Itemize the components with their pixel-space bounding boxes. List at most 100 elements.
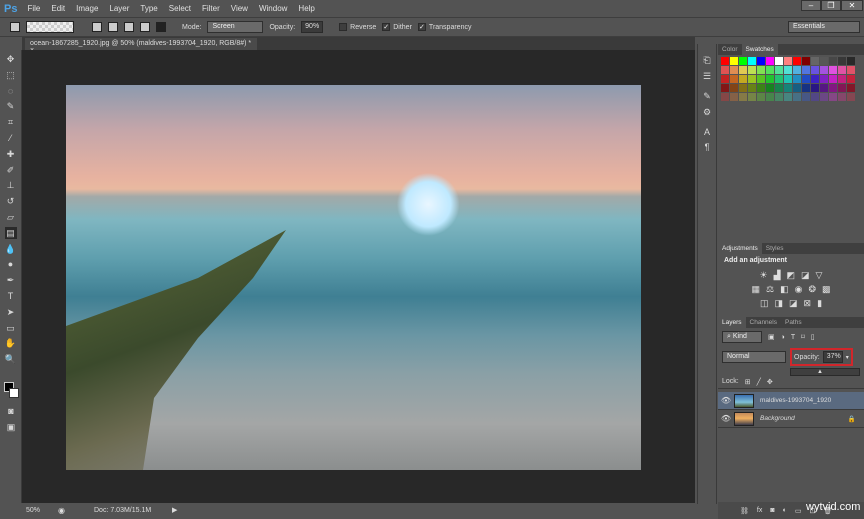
crop-tool-icon[interactable]: ⌗ <box>5 116 17 128</box>
gradient-map-icon[interactable]: ▮ <box>817 298 822 309</box>
reflected-gradient-button[interactable] <box>140 22 150 32</box>
swatch[interactable] <box>829 66 837 74</box>
invert-icon[interactable]: ◫ <box>760 298 769 309</box>
quick-mask-icon[interactable]: ◙ <box>5 405 17 417</box>
channel-mixer-icon[interactable]: ❂ <box>808 284 816 295</box>
diamond-gradient-button[interactable] <box>156 22 166 32</box>
document-tab[interactable]: ocean-1867285_1920.jpg @ 50% (maldives-1… <box>25 38 257 54</box>
swatch[interactable] <box>775 84 783 92</box>
menu-layer[interactable]: Layer <box>109 4 129 13</box>
tab-channels[interactable]: Channels <box>746 317 781 328</box>
swatch[interactable] <box>829 75 837 83</box>
swatch[interactable] <box>784 93 792 101</box>
filter-shape-icon[interactable]: ⌑ <box>801 333 805 341</box>
swatch[interactable] <box>793 66 801 74</box>
swatch[interactable] <box>802 75 810 83</box>
swatch[interactable] <box>784 84 792 92</box>
hue-saturation-icon[interactable]: ▦ <box>751 284 760 295</box>
swatch[interactable] <box>820 84 828 92</box>
swatch[interactable] <box>739 75 747 83</box>
screen-mode-icon[interactable]: ▣ <box>5 421 17 433</box>
character-panel-icon[interactable]: A <box>701 126 713 138</box>
menu-help[interactable]: Help <box>298 4 314 13</box>
filter-pixel-icon[interactable]: ▣ <box>768 333 775 341</box>
pen-tool-icon[interactable]: ✒ <box>5 274 17 286</box>
swatch[interactable] <box>793 57 801 65</box>
opacity-dropdown-icon[interactable]: ▾ <box>846 354 849 361</box>
menu-filter[interactable]: Filter <box>202 4 220 13</box>
swatch[interactable] <box>766 93 774 101</box>
swatch[interactable] <box>739 93 747 101</box>
dodge-tool-icon[interactable]: ● <box>5 258 17 270</box>
dither-checkbox[interactable]: ✓ Dither <box>382 23 412 31</box>
swatch[interactable] <box>793 75 801 83</box>
swatch[interactable] <box>748 66 756 74</box>
swatch[interactable] <box>748 84 756 92</box>
swatch[interactable] <box>829 57 837 65</box>
menu-type[interactable]: Type <box>140 4 157 13</box>
layer-row[interactable]: 👁 Background 🔒 <box>718 410 864 428</box>
filter-adjustment-icon[interactable]: ◑ <box>781 334 785 341</box>
black-white-icon[interactable]: ◧ <box>780 284 789 295</box>
blur-tool-icon[interactable]: 💧 <box>5 243 17 255</box>
swatch[interactable] <box>811 93 819 101</box>
swatch[interactable] <box>838 93 846 101</box>
swatch[interactable] <box>784 75 792 83</box>
layer-filter-kind-select[interactable]: ⌕ Kind <box>722 331 762 343</box>
swatch[interactable] <box>775 93 783 101</box>
status-info-icon[interactable]: ◉ <box>58 506 65 515</box>
swatch[interactable] <box>784 57 792 65</box>
minimize-button[interactable]: – <box>801 0 821 11</box>
swatch[interactable] <box>829 84 837 92</box>
reverse-checkbox[interactable]: Reverse <box>339 23 376 31</box>
swatch[interactable] <box>757 84 765 92</box>
swatch[interactable] <box>775 57 783 65</box>
swatch[interactable] <box>802 93 810 101</box>
brightness-icon[interactable]: ☀ <box>760 270 768 281</box>
paragraph-panel-icon[interactable]: ¶ <box>701 141 713 153</box>
selective-color-icon[interactable]: ⊠ <box>804 298 812 309</box>
properties-panel-icon[interactable]: ☰ <box>701 70 713 82</box>
new-group-icon[interactable]: ▭ <box>795 507 802 515</box>
swatch[interactable] <box>721 57 729 65</box>
swatch[interactable] <box>802 84 810 92</box>
layer-name[interactable]: maldives-1993704_1920 <box>760 397 831 404</box>
lock-transparent-icon[interactable]: ⊞ <box>745 378 751 386</box>
healing-brush-tool-icon[interactable]: ✚ <box>5 148 17 160</box>
swatch[interactable] <box>766 66 774 74</box>
filter-type-icon[interactable]: T <box>791 334 795 341</box>
tab-layers[interactable]: Layers <box>718 317 746 328</box>
type-tool-icon[interactable]: T <box>5 290 17 302</box>
gradient-tool-icon[interactable]: ▤ <box>4 226 17 239</box>
opacity-slider-thumb[interactable]: ▲ <box>817 369 823 375</box>
exposure-icon[interactable]: ◪ <box>801 270 810 281</box>
swatch[interactable] <box>847 93 855 101</box>
swatch[interactable] <box>739 84 747 92</box>
swatch[interactable] <box>721 75 729 83</box>
swatch[interactable] <box>757 57 765 65</box>
transparency-checkbox[interactable]: ✓ Transparency <box>417 23 471 31</box>
levels-icon[interactable]: ▟ <box>774 270 781 281</box>
swatch[interactable] <box>838 57 846 65</box>
visibility-eye-icon[interactable]: 👁 <box>718 414 734 423</box>
swatch[interactable] <box>739 57 747 65</box>
swatch[interactable] <box>811 84 819 92</box>
gradient-picker[interactable] <box>26 21 74 33</box>
blend-mode-select[interactable]: Normal <box>722 351 786 363</box>
swatch[interactable] <box>748 57 756 65</box>
swatch[interactable] <box>820 66 828 74</box>
swatch[interactable] <box>802 66 810 74</box>
photo-filter-icon[interactable]: ◉ <box>795 284 803 295</box>
swatch[interactable] <box>847 66 855 74</box>
history-brush-tool-icon[interactable]: ↺ <box>5 195 17 207</box>
swatch[interactable] <box>793 93 801 101</box>
color-balance-icon[interactable]: ⚖ <box>766 284 774 295</box>
swatch[interactable] <box>721 66 729 74</box>
filter-smart-object-icon[interactable]: ▯ <box>811 333 815 341</box>
swatch[interactable] <box>766 57 774 65</box>
fx-icon[interactable]: fx <box>757 507 762 514</box>
swatch[interactable] <box>748 75 756 83</box>
status-menu-arrow-icon[interactable]: ▶ <box>172 506 177 514</box>
history-panel-icon[interactable]: ⎗ <box>701 54 713 66</box>
restore-button[interactable]: ❐ <box>821 0 841 11</box>
